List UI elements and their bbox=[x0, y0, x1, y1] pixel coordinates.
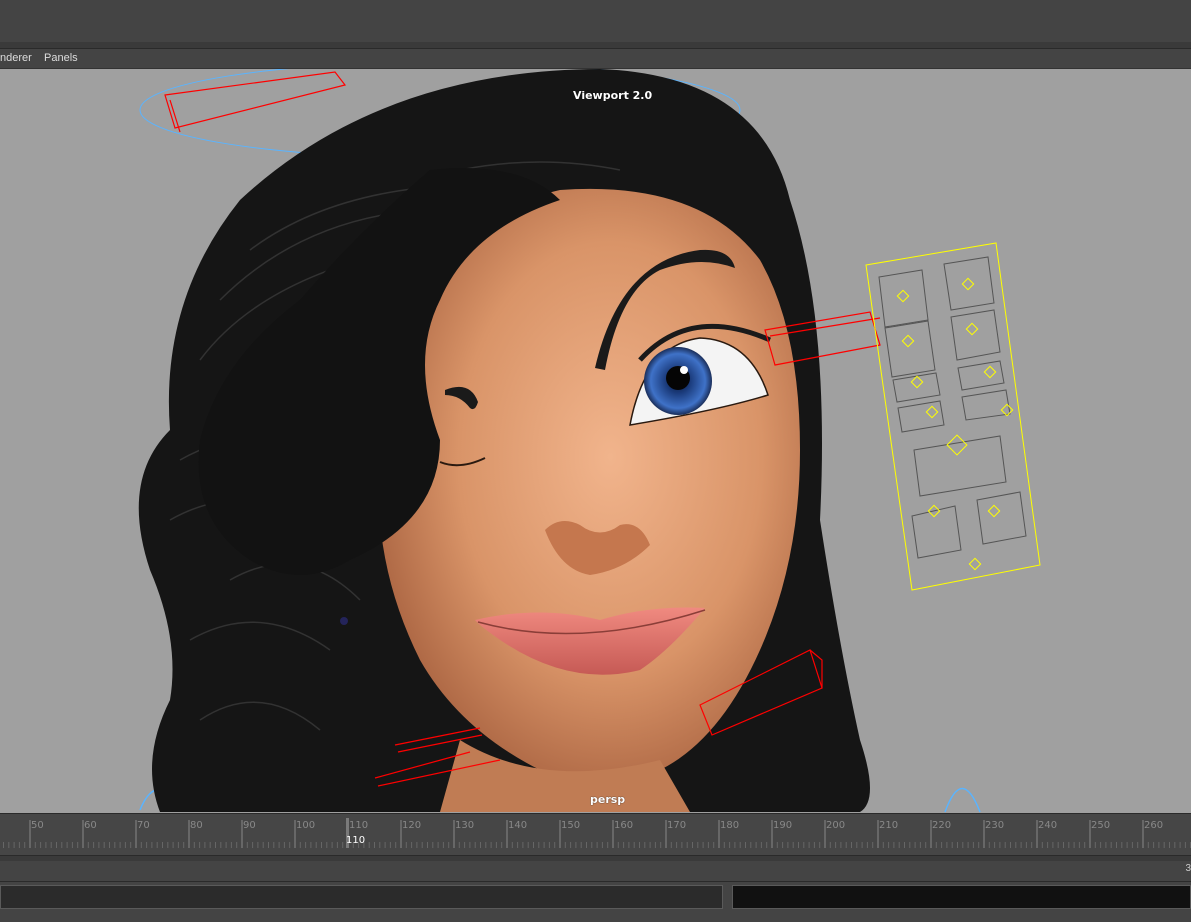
viewport-3d[interactable]: Viewport 2.0 persp bbox=[0, 69, 1191, 813]
tick-label: 50 bbox=[31, 820, 44, 831]
scene-render bbox=[138, 69, 1041, 813]
tick-label: 220 bbox=[932, 820, 951, 831]
current-frame-label: 110 bbox=[346, 835, 365, 846]
tick-label: 70 bbox=[137, 820, 150, 831]
command-result bbox=[732, 885, 1191, 909]
tick-label: 130 bbox=[455, 820, 474, 831]
tick-label: 80 bbox=[190, 820, 203, 831]
command-input[interactable] bbox=[0, 885, 723, 909]
tick-label: 140 bbox=[508, 820, 527, 831]
menu-renderer[interactable]: nderer bbox=[0, 52, 32, 64]
time-slider-ticks: 50 60 70 80 90 100 110 120 130 140 150 160 170 180 190… bbox=[3, 818, 1191, 848]
tick-label: 210 bbox=[879, 820, 898, 831]
tick-label: 100 bbox=[296, 820, 315, 831]
toolbar-strip bbox=[0, 42, 1191, 49]
renderer-label: Viewport 2.0 bbox=[573, 89, 653, 102]
command-line-row bbox=[0, 882, 1191, 922]
range-end-field[interactable]: 3 bbox=[1185, 863, 1191, 874]
tick-label: 90 bbox=[243, 820, 256, 831]
range-slider[interactable]: 3 bbox=[0, 861, 1191, 882]
tick-label: 200 bbox=[826, 820, 845, 831]
tick-label: 180 bbox=[720, 820, 739, 831]
tick-label: 260 bbox=[1144, 820, 1163, 831]
time-slider[interactable]: 50 60 70 80 90 100 110 120 130 140 150 160 170 180 190… bbox=[0, 813, 1191, 856]
panel-menu-bar: nderer Panels bbox=[0, 49, 1191, 69]
tick-label: 160 bbox=[614, 820, 633, 831]
tick-label: 230 bbox=[985, 820, 1004, 831]
tick-label: 250 bbox=[1091, 820, 1110, 831]
tick-label: 60 bbox=[84, 820, 97, 831]
tick-label: 120 bbox=[402, 820, 421, 831]
tick-label: 150 bbox=[561, 820, 580, 831]
main-menu-area bbox=[0, 0, 1191, 43]
menu-panels[interactable]: Panels bbox=[44, 52, 78, 64]
tick-label: 190 bbox=[773, 820, 792, 831]
camera-label: persp bbox=[590, 793, 626, 806]
tick-label: 240 bbox=[1038, 820, 1057, 831]
tick-label: 170 bbox=[667, 820, 686, 831]
tick-label: 110 bbox=[349, 820, 368, 831]
